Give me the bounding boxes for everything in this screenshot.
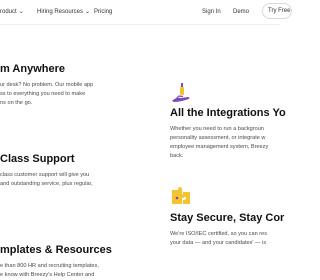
demo-link[interactable]: Demo	[233, 8, 249, 16]
chevron-down-icon: ⌄	[85, 9, 91, 15]
feature-title-templates: mplates & Resources	[0, 244, 112, 256]
chevron-down-icon: ⌄	[18, 9, 24, 15]
feature-title-security: Stay Secure, Stay Cor	[170, 212, 285, 224]
feature-text-integrations: Whether you need to run a backgroun pers…	[170, 125, 268, 161]
feature-text-line: employee management system, Breezy	[170, 144, 269, 150]
feature-text-line: your data — and your candidates' — is	[170, 240, 267, 246]
feature-title-integrations: All the Integrations Yo	[170, 107, 286, 119]
feature-text-line: class customer support will give you	[0, 172, 90, 178]
feature-text-mobile: ur desk? No problem. Our mobile app ss t…	[0, 81, 93, 108]
nav-divider	[0, 24, 280, 25]
feature-title-mobile: m Anywhere	[0, 63, 66, 75]
feature-text-line: back.	[170, 153, 184, 159]
feature-text-line: and outstanding service, plus regular,	[0, 181, 93, 187]
sign-in-link[interactable]: Sign In	[202, 8, 221, 16]
nav-product-label: roduct	[0, 9, 17, 15]
feature-text-line: ns on the go.	[0, 100, 33, 106]
nav-hiring-resources-label: Hiring Resources	[37, 9, 84, 15]
nav-hiring-resources-menu[interactable]: Hiring Resources ⌄	[37, 8, 90, 16]
feature-title-support: Class Support	[0, 153, 75, 165]
feature-text-line: Whether you need to run a backgroun	[170, 126, 264, 132]
feature-text-line: ss to everything you need to make	[0, 91, 86, 97]
feature-text-templates: e than 800 HR and recruiting templates, …	[0, 262, 99, 280]
nav-pricing-label: Pricing	[94, 9, 113, 15]
feature-text-line: e than 800 HR and recruiting templates,	[0, 263, 99, 269]
nav-pricing-link[interactable]: Pricing	[94, 8, 112, 16]
security-puzzle-icon	[172, 187, 190, 204]
feature-text-line: personality assessment, or integrate w	[170, 135, 266, 141]
feature-text-line: ur desk? No problem. Our mobile app	[0, 82, 94, 88]
feature-text-security: We're ISO/IEC certified, so you can res …	[170, 230, 267, 248]
integration-hand-icon	[172, 83, 190, 102]
top-navigation: roduct ⌄ Hiring Resources ⌄ Pricing Sign I…	[0, 0, 292, 24]
feature-text-line: We're ISO/IEC certified, so you can res	[170, 231, 268, 237]
try-free-button[interactable]: Try Free	[262, 3, 292, 19]
nav-product-menu[interactable]: roduct ⌄	[0, 8, 24, 16]
feature-text-support: class customer support will give you and…	[0, 171, 93, 189]
feature-text-line: e know with Breezy's Help Center and	[0, 272, 95, 278]
